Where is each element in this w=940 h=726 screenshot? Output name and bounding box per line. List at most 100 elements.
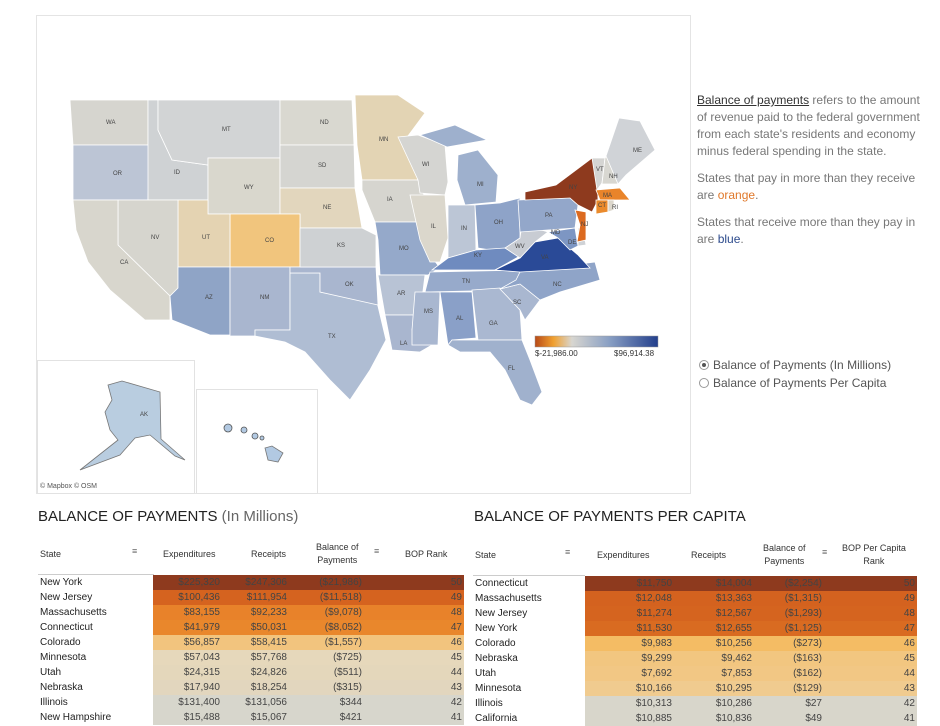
cell-exp: $9,299 <box>641 653 672 664</box>
highlighted-cells: $12,048 $13,363 ($1,315) 49 <box>585 591 917 606</box>
table-row[interactable]: Connecticut $11,750 $14,004 ($2,254) 50 <box>475 576 917 591</box>
header-state[interactable]: State <box>40 548 61 561</box>
state-label: UT <box>202 235 210 241</box>
header-receipts[interactable]: Receipts <box>251 548 286 561</box>
cell-rec: $58,415 <box>250 637 287 648</box>
state-label: NV <box>151 235 159 241</box>
state-or[interactable] <box>72 144 151 201</box>
cell-bop: ($725) <box>333 652 362 663</box>
state-label: DE <box>568 240 576 246</box>
cell-rec: $14,004 <box>715 578 752 589</box>
state-label: SC <box>513 300 522 306</box>
radio-selected-icon[interactable] <box>699 360 709 370</box>
cell-state: Utah <box>475 668 497 679</box>
state-label: FL <box>508 366 516 372</box>
highlighted-cells: $9,299 $9,462 ($163) 45 <box>585 651 917 666</box>
header-bop-per-capita-rank[interactable]: BOP Per Capita Rank <box>842 542 906 568</box>
table-row[interactable]: New Jersey $11,274 $12,567 ($1,293) 48 <box>475 606 917 621</box>
state-mi[interactable] <box>456 149 499 206</box>
cell-exp: $7,692 <box>641 668 672 679</box>
table-row[interactable]: New York $225,320 $247,306 ($21,986) 50 <box>40 575 464 590</box>
radio-unselected-icon[interactable] <box>699 378 709 388</box>
state-ma[interactable] <box>595 187 631 201</box>
table-row[interactable]: Nebraska $9,299 $9,462 ($163) 45 <box>475 651 917 666</box>
table-row[interactable]: Illinois $10,313 $10,286 $27 42 <box>475 696 917 711</box>
state-label: KY <box>474 253 482 259</box>
alaska-inset <box>37 360 195 494</box>
term-link[interactable]: Balance of payments <box>697 93 809 107</box>
table-row[interactable]: Colorado $9,983 $10,256 ($273) 46 <box>475 636 917 651</box>
cell-rec: $7,853 <box>721 668 752 679</box>
cell-rank: 42 <box>903 698 915 709</box>
table-row[interactable]: Massachusetts $12,048 $13,363 ($1,315) 49 <box>475 591 917 606</box>
header-bop[interactable]: Balance of Payments <box>763 542 806 568</box>
table-row[interactable]: Connecticut $41,979 $50,031 ($8,052) 47 <box>40 620 464 635</box>
header-bop[interactable]: Balance of Payments <box>316 541 359 567</box>
legend-min-label: $-21,986.00 <box>535 349 578 358</box>
state-label: MN <box>379 137 388 143</box>
cell-state: New York <box>475 623 518 634</box>
cell-rank: 50 <box>450 577 462 588</box>
state-label: WA <box>106 120 115 126</box>
cell-rec: $12,655 <box>715 623 752 634</box>
table-row[interactable]: New Jersey $100,436 $111,954 ($11,518) 49 <box>40 590 464 605</box>
state-mt[interactable] <box>157 99 281 166</box>
state-label: VA <box>541 255 549 261</box>
cell-rank: 42 <box>450 697 462 708</box>
cell-rec: $50,031 <box>250 622 287 633</box>
table-row[interactable]: Utah $7,692 $7,853 ($162) 44 <box>475 666 917 681</box>
sort-icon[interactable]: ≡ <box>565 547 570 557</box>
state-label: NM <box>260 295 269 301</box>
cell-bop: ($163) <box>793 653 822 664</box>
table-row[interactable]: New Hampshire $15,488 $15,067 $421 41 <box>40 710 464 725</box>
state-label: NY <box>569 185 577 191</box>
state-nd[interactable] <box>279 99 355 146</box>
cell-rec: $131,056 <box>245 697 287 708</box>
state-nm[interactable] <box>229 266 291 337</box>
orange-word: orange <box>717 188 756 202</box>
cell-bop: ($1,557) <box>324 637 362 648</box>
state-label: KS <box>337 243 345 249</box>
table-row[interactable]: Colorado $56,857 $58,415 ($1,557) 46 <box>40 635 464 650</box>
header-state[interactable]: State <box>475 549 496 562</box>
state-label: NE <box>323 205 331 211</box>
table-row[interactable]: Utah $24,315 $24,826 ($511) 44 <box>40 665 464 680</box>
table-row[interactable]: Illinois $131,400 $131,056 $344 42 <box>40 695 464 710</box>
table-row[interactable]: Minnesota $10,166 $10,295 ($129) 43 <box>475 681 917 696</box>
cell-exp: $24,315 <box>183 667 220 678</box>
cell-exp: $56,857 <box>183 637 220 648</box>
state-fl[interactable] <box>447 339 543 406</box>
state-label: VT <box>596 167 604 173</box>
table-row[interactable]: New York $11,530 $12,655 ($1,125) 47 <box>475 621 917 636</box>
cell-bop: ($21,986) <box>319 577 362 588</box>
cell-exp: $100,436 <box>178 592 220 603</box>
state-az[interactable] <box>169 266 231 336</box>
state-label: OK <box>345 282 354 288</box>
radio-bop-millions[interactable]: Balance of Payments (In Millions) <box>699 358 891 372</box>
state-ms[interactable] <box>411 291 441 346</box>
cell-rank: 41 <box>450 712 462 723</box>
cell-exp: $11,750 <box>636 578 672 589</box>
table-row[interactable]: Nebraska $17,940 $18,254 ($315) 43 <box>40 680 464 695</box>
cell-rec: $9,462 <box>721 653 752 664</box>
sort-icon[interactable]: ≡ <box>132 546 137 556</box>
highlighted-cells: $11,274 $12,567 ($1,293) 48 <box>585 606 917 621</box>
state-label: WV <box>515 244 525 250</box>
cell-exp: $12,048 <box>635 593 672 604</box>
sort-icon[interactable]: ≡ <box>822 547 827 557</box>
header-expenditures[interactable]: Expenditures <box>597 549 650 562</box>
cell-rec: $12,567 <box>715 608 752 619</box>
highlighted-cells: $24,315 $24,826 ($511) 44 <box>153 665 464 680</box>
table-row[interactable]: Massachusetts $83,155 $92,233 ($9,078) 48 <box>40 605 464 620</box>
header-expenditures[interactable]: Expenditures <box>163 548 216 561</box>
sort-icon[interactable]: ≡ <box>374 546 379 556</box>
highlighted-cells: $100,436 $111,954 ($11,518) 49 <box>153 590 464 605</box>
state-label: NH <box>609 174 618 180</box>
cell-exp: $10,166 <box>635 683 672 694</box>
header-receipts[interactable]: Receipts <box>691 549 726 562</box>
cell-rec: $24,826 <box>250 667 287 678</box>
table-row[interactable]: Minnesota $57,043 $57,768 ($725) 45 <box>40 650 464 665</box>
highlighted-cells: $131,400 $131,056 $344 42 <box>153 695 464 710</box>
radio-bop-per-capita[interactable]: Balance of Payments Per Capita <box>699 376 886 390</box>
header-bop-rank[interactable]: BOP Rank <box>405 548 447 561</box>
